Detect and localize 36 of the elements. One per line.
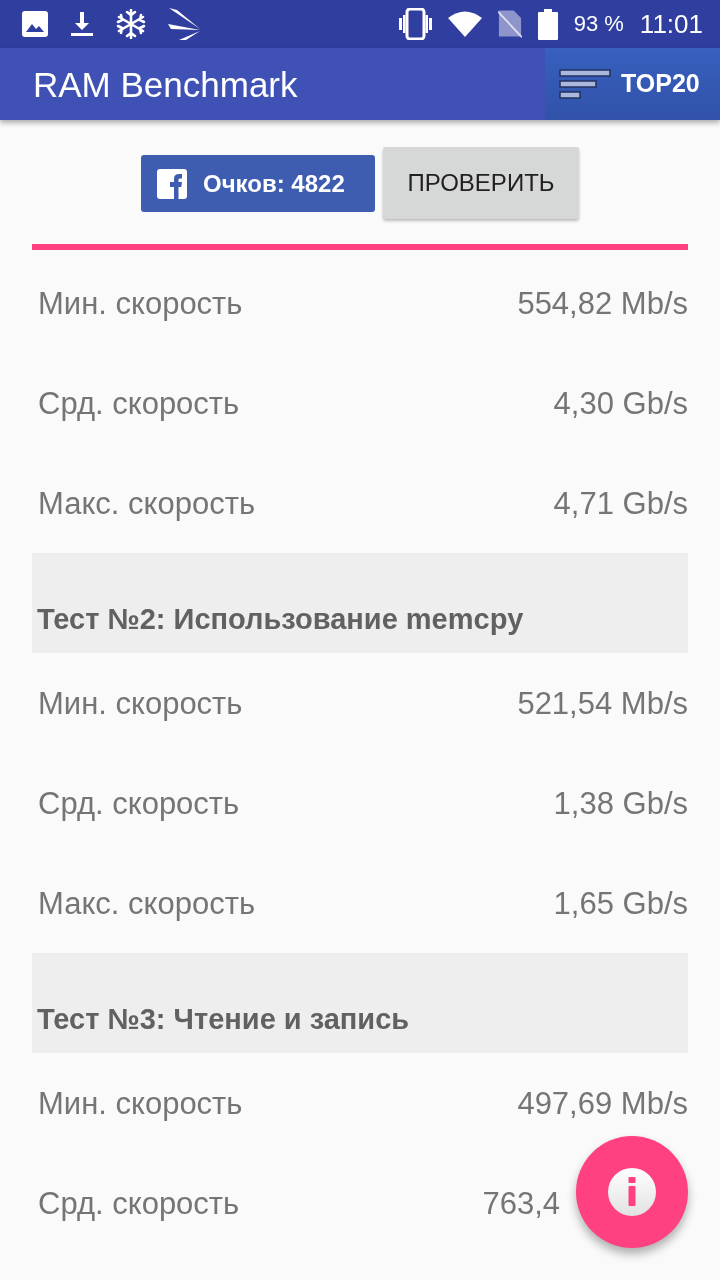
snowflake-icon: [116, 9, 146, 39]
battery-icon: [537, 8, 558, 40]
swoosh-icon: [168, 8, 200, 40]
metric-label: Мин. скорость: [38, 287, 243, 319]
metric-label: Макс. скорость: [38, 887, 256, 919]
metric-value: 4,71 Gb/s: [553, 487, 688, 519]
no-sim-icon: [497, 10, 522, 38]
battery-percent: 93 %: [573, 13, 624, 35]
clock: 11:01: [639, 11, 703, 37]
metric-value: 763,4: [482, 1187, 560, 1219]
check-button[interactable]: ПРОВЕРИТЬ: [383, 147, 579, 219]
download-icon: [70, 12, 94, 36]
top20-button[interactable]: TOP20: [545, 48, 720, 120]
bar-chart-icon: [559, 69, 611, 99]
section-header: Тест №2: Использование memcpy: [32, 553, 688, 653]
metric-label: Мин. скорость: [38, 687, 243, 719]
metric-label: Срд. скорость: [38, 1187, 240, 1219]
metric-label: Срд. скорость: [38, 387, 240, 419]
metric-value: 1,65 Gb/s: [553, 887, 688, 919]
facebook-score-button[interactable]: Очков: 4822: [141, 155, 375, 212]
info-fab-button[interactable]: [576, 1136, 688, 1248]
vibrate-icon: [398, 8, 432, 40]
metric-label: Срд. скорость: [38, 787, 240, 819]
metric-label: Мин. скорость: [38, 1087, 243, 1119]
app-title: RAM Benchmark: [33, 66, 298, 102]
metric-value: 497,69 Mb/s: [517, 1087, 688, 1119]
metric-value: 521,54 Mb/s: [517, 687, 688, 719]
facebook-icon: [157, 168, 187, 199]
metric-value: 4,30 Gb/s: [553, 387, 688, 419]
metric-label: Макс. скорость: [38, 487, 256, 519]
metric-value: 1,38 Gb/s: [553, 787, 688, 819]
image-icon: [22, 11, 48, 37]
metric-value: 554,82 Mb/s: [517, 287, 688, 319]
info-icon: [608, 1168, 656, 1216]
wifi-icon: [447, 11, 482, 37]
section-header: Тест №3: Чтение и запись: [32, 953, 688, 1053]
